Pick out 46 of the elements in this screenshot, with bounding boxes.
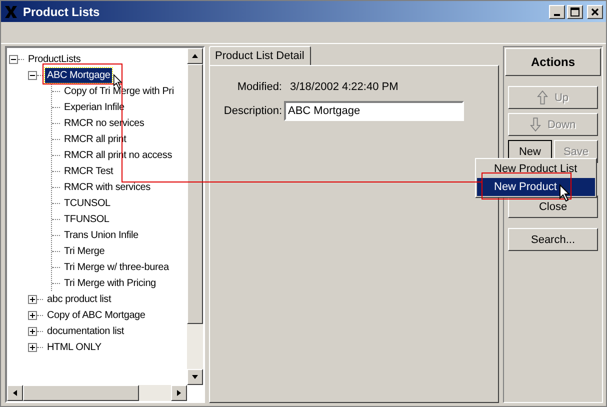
actions-header: Actions bbox=[505, 48, 601, 76]
tree-item[interactable]: TFUNSOL bbox=[62, 212, 112, 226]
expand-icon[interactable] bbox=[28, 326, 37, 336]
minimize-icon bbox=[554, 14, 560, 16]
tree-item[interactable]: RMCR Test bbox=[62, 164, 116, 178]
tab[interactable]: Product List Detail bbox=[209, 46, 312, 65]
tree-item[interactable]: Tri Merge w/ three-burea bbox=[62, 260, 171, 274]
up-arrow-icon bbox=[191, 52, 199, 60]
field-label: Description: bbox=[222, 105, 282, 117]
window-title: Product Lists bbox=[23, 4, 101, 18]
tree-item[interactable]: TCUNSOL bbox=[62, 196, 112, 210]
app-icon bbox=[4, 4, 18, 18]
tree-item[interactable]: Tri Merge with Pricing bbox=[62, 276, 158, 290]
expand-icon[interactable] bbox=[28, 310, 37, 320]
cursor-icon bbox=[113, 74, 123, 89]
collapse-icon[interactable] bbox=[9, 54, 18, 64]
tree-item[interactable]: HTML ONLY bbox=[45, 340, 104, 354]
action-button[interactable]: Search... bbox=[508, 228, 598, 251]
vertical-scrollbar[interactable] bbox=[187, 48, 203, 385]
tree-item[interactable]: ProductLists bbox=[26, 52, 83, 66]
close-icon bbox=[590, 6, 600, 16]
tree-item[interactable]: abc product list bbox=[45, 292, 114, 306]
minimize-button[interactable] bbox=[549, 4, 565, 18]
up-arrow-icon bbox=[537, 90, 548, 105]
down-arrow-icon bbox=[191, 373, 199, 381]
tree-item[interactable]: ABC Mortgage bbox=[45, 68, 112, 82]
description-field[interactable]: ABC Mortgage bbox=[284, 101, 464, 121]
expand-icon[interactable] bbox=[28, 294, 37, 304]
left-arrow-icon bbox=[11, 389, 19, 397]
modified-value: 3/18/2002 4:22:40 PM bbox=[289, 81, 398, 93]
maximize-icon bbox=[570, 6, 580, 16]
tree-item[interactable]: Tri Merge bbox=[62, 244, 107, 258]
tree-item[interactable]: Copy of ABC Mortgage bbox=[45, 308, 148, 322]
field-label: Modified: bbox=[236, 81, 282, 93]
horizontal-scrollbar[interactable] bbox=[7, 385, 187, 401]
tree-item[interactable]: documentation list bbox=[45, 324, 126, 338]
down-arrow-icon bbox=[530, 117, 542, 132]
close-button[interactable] bbox=[587, 4, 603, 18]
maximize-button[interactable] bbox=[567, 4, 583, 18]
tree-item[interactable]: RMCR with services bbox=[62, 180, 152, 194]
expand-icon[interactable] bbox=[28, 342, 37, 352]
right-arrow-icon bbox=[175, 389, 183, 397]
tree-item[interactable]: Trans Union Infile bbox=[62, 228, 140, 242]
menu-item[interactable]: New Product bbox=[477, 178, 595, 196]
menu-item[interactable]: New Product List bbox=[477, 160, 595, 178]
collapse-icon[interactable] bbox=[28, 70, 37, 80]
